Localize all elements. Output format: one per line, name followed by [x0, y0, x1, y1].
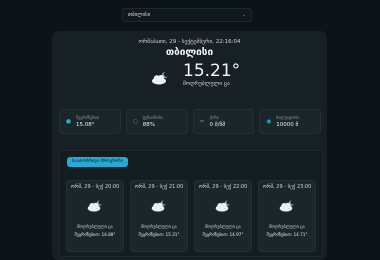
forecast-condition: მოღრუბლული ცა	[77, 224, 113, 229]
cloud-moon-icon	[87, 200, 103, 212]
chevron-down-icon: ⌄	[241, 12, 246, 18]
forecast-time: ორშ, 29 - სექ 20:00	[70, 184, 120, 190]
wind-icon: ≈	[199, 118, 205, 125]
stat-label: ხილვადობა	[276, 115, 300, 120]
city-select-value: თბილისი	[128, 12, 151, 18]
top-bar: თბილისი ⌄	[0, 0, 380, 30]
forecast-feels-like: შეგრძნებით: 15.31°	[138, 232, 180, 237]
forecast-card: ორშ, 29 - სექ 21:00 მოღრუბლული ცა შეგრძნ…	[130, 180, 188, 252]
stat-humidity: ○ ტენიანობა 88%	[125, 109, 188, 134]
forecast-feels-like: შეგრძნებით: 14.71°	[266, 232, 308, 237]
stat-visibility: ◉ ხილვადობა 10000 მ	[259, 109, 321, 134]
stat-label: ქარი	[209, 115, 219, 120]
forecast-card: ორშ, 29 - სექ 22:00 მოღრუბლული ცა შეგრძნ…	[194, 180, 252, 252]
forecast-time: ორშ, 29 - სექ 21:00	[134, 184, 184, 190]
stat-value: 10000 მ	[276, 122, 299, 128]
current-temperature: 15.21°	[183, 61, 241, 81]
city-name: თბილისი	[165, 47, 214, 58]
eye-icon: ◉	[266, 118, 272, 125]
forecast-card: ორშ, 29 - სექ 23:00 მოღრუბლული ცა შეგრძნ…	[258, 180, 316, 252]
cloud-moon-icon	[279, 200, 295, 212]
thermometer-icon: ●	[65, 118, 72, 125]
hourly-forecast-button[interactable]: საათობრივი პროგნოზი	[67, 157, 128, 167]
stat-value: 15.08°	[76, 122, 95, 128]
cloud-moon-icon	[215, 200, 231, 212]
stats-row: ● შეგრძნებით 15.08° ○ ტენიანობა 88% ≈ ქა…	[59, 109, 321, 134]
stat-value: 88%	[142, 122, 155, 128]
forecast-card: ორშ, 29 - სექ 20:00 მოღრუბლული ცა შეგრძნ…	[66, 180, 124, 252]
forecast-cards: ორშ, 29 - სექ 20:00 მოღრუბლული ცა შეგრძნ…	[66, 180, 316, 252]
city-select[interactable]: თბილისი ⌄	[122, 8, 252, 22]
current-condition: მოღრუბლული ცა	[183, 81, 230, 87]
forecast-time: ორშ, 29 - სექ 23:00	[262, 184, 312, 190]
forecast-feels-like: შეგრძნებით: 14.97°	[202, 232, 244, 237]
stat-feels-like: ● შეგრძნებით 15.08°	[59, 109, 121, 134]
humidity-icon: ○	[132, 118, 138, 125]
cloud-moon-icon	[151, 200, 167, 212]
stat-wind: ≈ ქარი 0 მ/წმ	[192, 109, 255, 134]
hourly-forecast: საათობრივი პროგნოზი ორშ, 29 - სექ 20:00 …	[59, 150, 323, 257]
stat-label: ტენიანობა	[142, 115, 163, 120]
weather-card: ორშაბათი, 29 - სექტემბერი, 22:16:04 თბილ…	[52, 31, 327, 260]
current-datetime: ორშაბათი, 29 - სექტემბერი, 22:16:04	[138, 39, 241, 45]
stat-label: შეგრძნებით	[76, 115, 100, 120]
forecast-time: ორშ, 29 - სექ 22:00	[198, 184, 248, 190]
forecast-feels-like: შეგრძნებით: 14.88°	[74, 232, 116, 237]
forecast-condition: მოღრუბლული ცა	[205, 224, 241, 229]
forecast-condition: მოღრუბლული ცა	[141, 224, 177, 229]
forecast-condition: მოღრუბლული ცა	[269, 224, 305, 229]
stat-value: 0 მ/წმ	[209, 122, 226, 128]
cloud-moon-icon	[152, 71, 169, 85]
